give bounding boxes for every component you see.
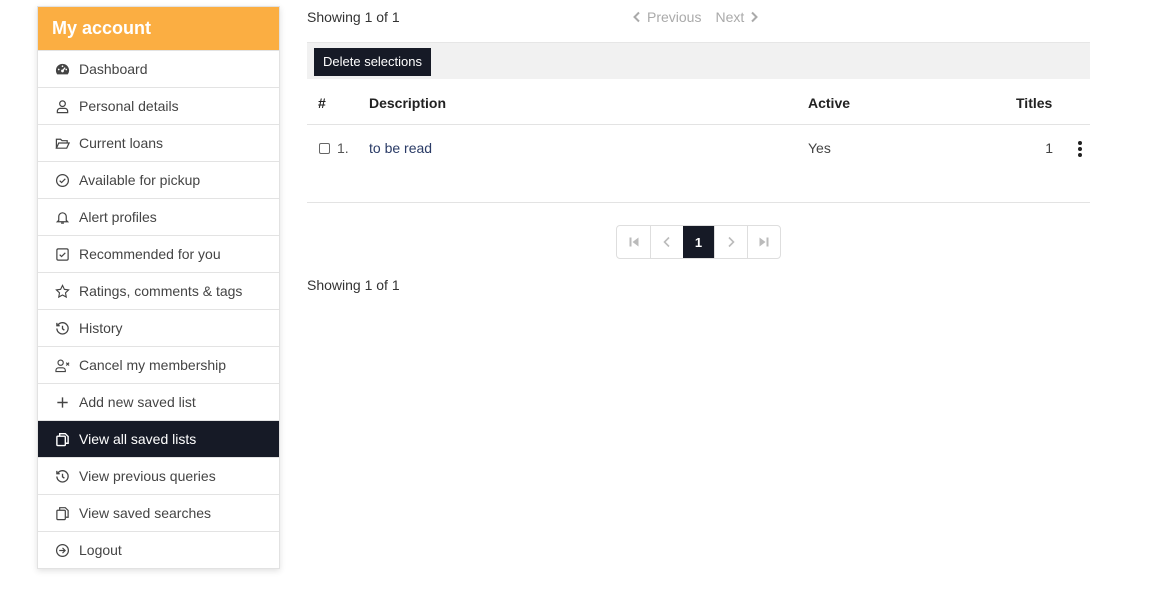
- sidebar-item-label: Personal details: [79, 98, 179, 114]
- sidebar-item-saved-searches[interactable]: View saved searches: [38, 494, 279, 531]
- sidebar-item-logout[interactable]: Logout: [38, 531, 279, 568]
- sidebar-title: My account: [38, 7, 279, 50]
- previous-link[interactable]: Previous: [632, 9, 701, 25]
- chevron-left-icon: [633, 11, 640, 23]
- pagination: 1: [616, 225, 781, 259]
- history-icon: [53, 467, 71, 485]
- saved-lists-panel: Showing 1 of 1 Previous Next Delete sele…: [307, 0, 1090, 293]
- chevron-left-icon: [663, 236, 670, 248]
- sidebar-item-dashboard[interactable]: Dashboard: [38, 50, 279, 87]
- sidebar-item-label: Ratings, comments & tags: [79, 283, 243, 299]
- sidebar-item-label: Dashboard: [79, 61, 148, 77]
- saved-lists-table: # Description Active Titles 1. to be rea…: [307, 80, 1090, 203]
- bulk-actions-toolbar: Delete selections: [307, 42, 1090, 79]
- sidebar-item-available-for-pickup[interactable]: Available for pickup: [38, 161, 279, 198]
- sidebar-item-label: Current loans: [79, 135, 164, 151]
- row-number: 1.: [337, 140, 349, 156]
- sidebar-item-label: Available for pickup: [79, 172, 201, 188]
- previous-label: Previous: [647, 9, 702, 25]
- star-icon: [53, 282, 71, 300]
- check-square-icon: [53, 245, 71, 263]
- last-page-icon: [759, 237, 769, 247]
- row-description-link[interactable]: to be read: [369, 140, 432, 156]
- prev-next-nav: Previous Next: [632, 9, 759, 25]
- dashboard-icon: [53, 60, 71, 78]
- prev-page-button[interactable]: [650, 226, 683, 258]
- sidebar-item-cancel-membership[interactable]: Cancel my membership: [38, 346, 279, 383]
- chevron-right-icon: [728, 236, 735, 248]
- sidebar-item-ratings[interactable]: Ratings, comments & tags: [38, 272, 279, 309]
- sidebar-item-label: Alert profiles: [79, 209, 157, 225]
- delete-selections-button[interactable]: Delete selections: [314, 48, 431, 76]
- sidebar-item-label: Add new saved list: [79, 394, 196, 410]
- bell-icon: [53, 208, 71, 226]
- header-number: #: [318, 95, 326, 111]
- showing-count-top: Showing 1 of 1: [307, 9, 400, 25]
- check-circle-icon: [53, 171, 71, 189]
- header-description: Description: [369, 95, 447, 111]
- first-page-icon: [629, 237, 638, 247]
- chevron-right-icon: [751, 11, 759, 23]
- arrow-right-circle-icon: [53, 541, 71, 559]
- last-page-button[interactable]: [747, 226, 780, 258]
- sidebar-item-current-loans[interactable]: Current loans: [38, 124, 279, 161]
- next-page-button[interactable]: [714, 226, 747, 258]
- sidebar-item-recommended[interactable]: Recommended for you: [38, 235, 279, 272]
- more-vertical-icon[interactable]: [1074, 139, 1086, 159]
- sidebar-item-label: Logout: [79, 542, 122, 558]
- sidebar-item-label: View saved searches: [79, 505, 212, 521]
- next-label: Next: [715, 9, 745, 25]
- header-titles: Titles: [1016, 95, 1053, 111]
- copy-icon: [53, 430, 71, 448]
- user-icon: [53, 97, 71, 115]
- sidebar-item-view-saved-lists[interactable]: View all saved lists: [38, 420, 279, 457]
- copy-icon: [53, 504, 71, 522]
- header-active: Active: [808, 95, 851, 111]
- user-x-icon: [53, 356, 71, 374]
- folder-open-icon: [53, 134, 71, 152]
- row-titles: 1: [1045, 140, 1053, 156]
- sidebar-item-label: Cancel my membership: [79, 357, 227, 373]
- history-icon: [53, 319, 71, 337]
- account-sidebar: My account Dashboard Personal details Cu…: [37, 6, 280, 569]
- sidebar-item-previous-queries[interactable]: View previous queries: [38, 457, 279, 494]
- plus-icon: [53, 393, 71, 411]
- sidebar-item-label: History: [79, 320, 123, 336]
- results-top-bar: Showing 1 of 1 Previous Next: [307, 0, 1090, 36]
- sidebar-item-personal-details[interactable]: Personal details: [38, 87, 279, 124]
- table-row: 1. to be read Yes 1: [307, 125, 1090, 203]
- sidebar-item-label: View all saved lists: [79, 431, 197, 447]
- row-select-checkbox[interactable]: [319, 143, 330, 154]
- next-link[interactable]: Next: [715, 9, 759, 25]
- sidebar-item-label: View previous queries: [79, 468, 216, 484]
- sidebar-item-label: Recommended for you: [79, 246, 221, 262]
- sidebar-item-alert-profiles[interactable]: Alert profiles: [38, 198, 279, 235]
- sidebar-item-add-saved-list[interactable]: Add new saved list: [38, 383, 279, 420]
- row-active: Yes: [808, 140, 831, 156]
- sidebar-item-history[interactable]: History: [38, 309, 279, 346]
- table-header: # Description Active Titles: [307, 80, 1090, 125]
- showing-count-bottom: Showing 1 of 1: [307, 277, 400, 293]
- page-button-current[interactable]: 1: [683, 226, 714, 258]
- first-page-button[interactable]: [617, 226, 650, 258]
